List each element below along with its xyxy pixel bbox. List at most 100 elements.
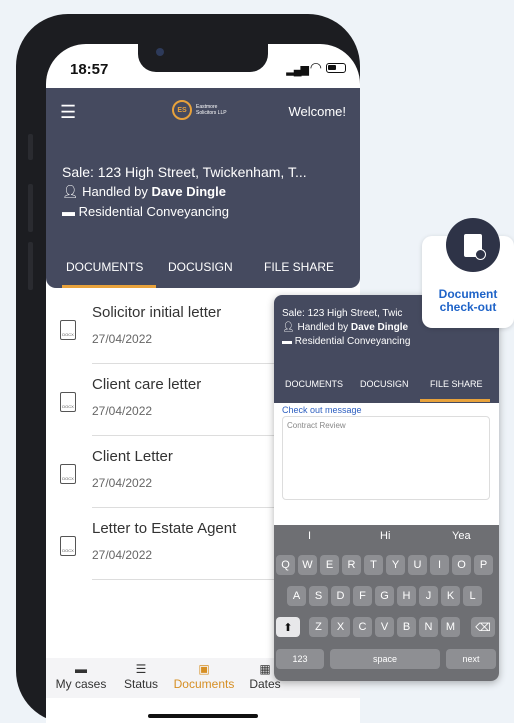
backspace-key[interactable]: ⌫ — [471, 617, 495, 637]
briefcase-icon: ▬ — [282, 336, 292, 347]
space-key[interactable]: space — [330, 649, 440, 669]
nav-label: My cases — [55, 677, 107, 691]
handled-prefix: Handled by — [82, 184, 148, 199]
key-n[interactable]: N — [419, 617, 438, 637]
nav-label: Documents — [173, 677, 235, 691]
document-checkout-icon — [446, 218, 500, 272]
nav-status[interactable]: ☰ Status — [120, 662, 162, 691]
handler-name: Dave Dingle — [350, 322, 409, 333]
document-icon: DOCX — [60, 536, 76, 556]
key-k[interactable]: K — [441, 586, 460, 606]
document-date: 27/04/2022 — [92, 548, 153, 562]
key-d[interactable]: D — [331, 586, 350, 606]
suggestion-2[interactable]: Hi — [380, 530, 390, 542]
company-logo: ES Eastmore Solicitors LLP — [172, 100, 232, 120]
briefcase-icon: ▬ — [75, 662, 87, 676]
signal-icon: ▂▄▆ — [286, 64, 309, 76]
tab-bar: DOCUMENTS DOCUSIGN FILE SHARE — [46, 258, 360, 288]
key-x[interactable]: X — [331, 617, 350, 637]
on-screen-keyboard: I Hi Yea Q W E R T Y U I O P A S D F G H… — [274, 525, 499, 681]
wifi-icon: ◠ — [309, 59, 322, 75]
battery-icon — [326, 63, 346, 73]
key-b[interactable]: B — [397, 617, 416, 637]
phone-notch — [138, 44, 268, 72]
case-title: Sale: 123 High Street, Twickenham, T... — [62, 164, 307, 180]
phone-volume-up — [28, 184, 33, 232]
document-name: Solicitor initial letter — [92, 304, 222, 321]
badge-label: Document check-out — [438, 287, 498, 314]
nav-documents[interactable]: ▣ Documents — [168, 662, 240, 691]
key-p[interactable]: P — [474, 555, 493, 575]
suggestion-1[interactable]: I — [308, 530, 311, 542]
document-icon: DOCX — [60, 320, 76, 340]
phone-volume-down — [28, 242, 33, 290]
key-s[interactable]: S — [309, 586, 328, 606]
shift-key[interactable]: ⬆ — [276, 617, 300, 637]
case-type-label: Residential Conveyancing — [294, 336, 411, 347]
case-type: ▬ Residential Conveyancing — [62, 204, 229, 219]
checklist-icon: ☰ — [135, 662, 147, 676]
key-i[interactable]: I — [430, 555, 449, 575]
document-date: 27/04/2022 — [92, 404, 153, 418]
key-j[interactable]: J — [419, 586, 438, 606]
handled-by: 👤︎ Handled by Dave Dingle — [62, 184, 226, 200]
key-w[interactable]: W — [298, 555, 317, 575]
document-date: 27/04/2022 — [92, 332, 153, 346]
document-name: Letter to Estate Agent — [92, 520, 237, 537]
shift-icon: ⬆ — [283, 621, 293, 634]
user-icon: 👤︎ — [282, 322, 295, 333]
key-g[interactable]: G — [375, 586, 394, 606]
checkout-screen-overlay: Sale: 123 High Street, Twic 👤︎ Handled b… — [274, 295, 499, 681]
active-tab-indicator — [420, 399, 490, 402]
next-key[interactable]: next — [446, 649, 496, 669]
overlay-case-type: ▬ Residential Conveyancing — [282, 336, 410, 347]
key-r[interactable]: R — [342, 555, 361, 575]
overlay-tab-documents[interactable]: DOCUMENTS — [285, 379, 343, 389]
document-name: Client Letter — [92, 448, 173, 465]
document-icon: DOCX — [60, 392, 76, 412]
tab-documents[interactable]: DOCUMENTS — [66, 260, 143, 274]
suggestion-3[interactable]: Yea — [452, 530, 471, 542]
status-time: 18:57 — [70, 61, 109, 78]
case-type-label: Residential Conveyancing — [78, 204, 229, 219]
key-t[interactable]: T — [364, 555, 383, 575]
home-indicator — [148, 714, 258, 718]
checkout-message-label: Check out message — [282, 405, 362, 415]
briefcase-icon: ▬ — [62, 204, 75, 219]
user-icon: 👤︎ — [62, 184, 79, 199]
key-z[interactable]: Z — [309, 617, 328, 637]
overlay-tab-docusign[interactable]: DOCUSIGN — [360, 379, 409, 389]
active-tab-indicator — [62, 285, 156, 288]
key-y[interactable]: Y — [386, 555, 405, 575]
key-l[interactable]: L — [463, 586, 482, 606]
key-c[interactable]: C — [353, 617, 372, 637]
overlay-case-title: Sale: 123 High Street, Twic — [282, 308, 403, 319]
handler-name: Dave Dingle — [151, 184, 226, 199]
numbers-key[interactable]: 123 — [276, 649, 324, 669]
camera-icon — [156, 48, 164, 56]
key-e[interactable]: E — [320, 555, 339, 575]
documents-icon: ▣ — [198, 662, 210, 676]
welcome-text: Welcome! — [288, 104, 346, 119]
key-q[interactable]: Q — [276, 555, 295, 575]
key-u[interactable]: U — [408, 555, 427, 575]
key-o[interactable]: O — [452, 555, 471, 575]
key-h[interactable]: H — [397, 586, 416, 606]
menu-icon[interactable]: ☰ — [60, 102, 76, 123]
document-icon: DOCX — [60, 464, 76, 484]
document-name: Client care letter — [92, 376, 202, 393]
key-f[interactable]: F — [353, 586, 372, 606]
nav-my-cases[interactable]: ▬ My cases — [50, 662, 112, 691]
key-a[interactable]: A — [287, 586, 306, 606]
key-m[interactable]: M — [441, 617, 460, 637]
tab-docusign[interactable]: DOCUSIGN — [168, 260, 233, 274]
checkout-message-input[interactable]: Contract Review — [282, 416, 490, 500]
backspace-icon: ⌫ — [475, 621, 491, 634]
overlay-handled-by: 👤︎ Handled by Dave Dingle — [282, 322, 408, 333]
document-date: 27/04/2022 — [92, 476, 153, 490]
tab-file-share[interactable]: FILE SHARE — [264, 260, 334, 274]
overlay-tab-file-share[interactable]: FILE SHARE — [430, 379, 483, 389]
handled-prefix: Handled by — [297, 322, 349, 333]
case-header: ☰ ES Eastmore Solicitors LLP Welcome! Sa… — [46, 88, 360, 288]
key-v[interactable]: V — [375, 617, 394, 637]
